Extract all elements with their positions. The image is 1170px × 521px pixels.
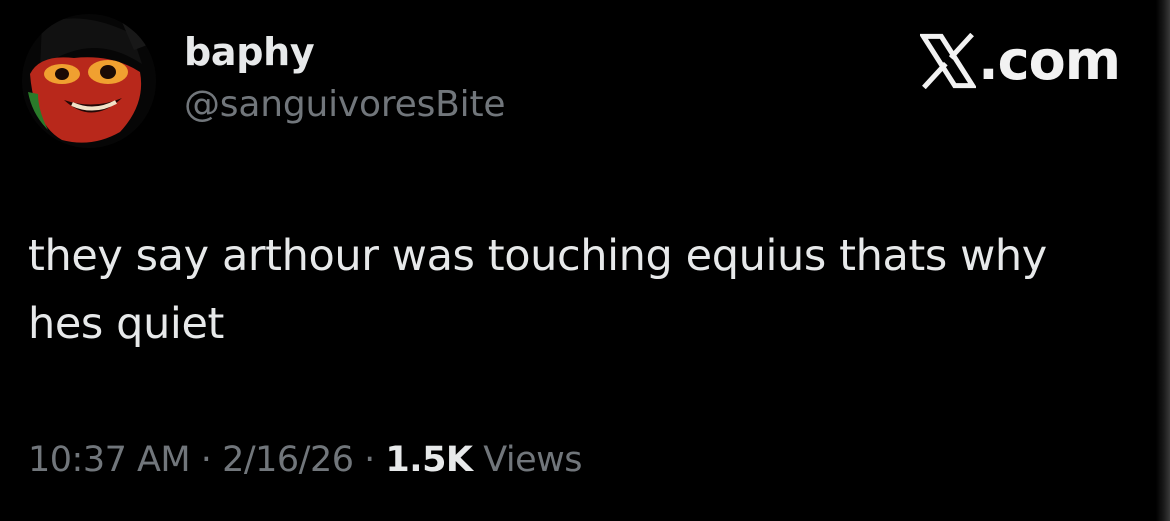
user-handle[interactable]: @sanguivoresBite bbox=[184, 84, 506, 126]
meta-separator: · bbox=[200, 440, 212, 480]
tweet-date[interactable]: 2/16/26 bbox=[222, 440, 354, 480]
views-count[interactable]: 1.5K bbox=[385, 440, 473, 480]
edge-shadow bbox=[1156, 0, 1170, 521]
tweet-time[interactable]: 10:37 AM bbox=[28, 440, 191, 480]
display-name[interactable]: baphy bbox=[184, 30, 315, 74]
tweet-text: they say arthour was touching equius tha… bbox=[28, 231, 1047, 349]
tweet-meta: 10:37 AM · 2/16/26 · 1.5K Views bbox=[28, 438, 582, 482]
brand-label: .com bbox=[978, 29, 1121, 92]
tweet-card: baphy @sanguivoresBite .com they say art… bbox=[0, 0, 1170, 521]
avatar[interactable] bbox=[22, 14, 156, 148]
cartoon-face-icon bbox=[22, 14, 156, 148]
views-label: Views bbox=[483, 440, 582, 480]
brand-watermark: .com bbox=[918, 29, 1121, 92]
meta-separator: · bbox=[364, 440, 375, 480]
x-logo-icon bbox=[918, 32, 978, 90]
